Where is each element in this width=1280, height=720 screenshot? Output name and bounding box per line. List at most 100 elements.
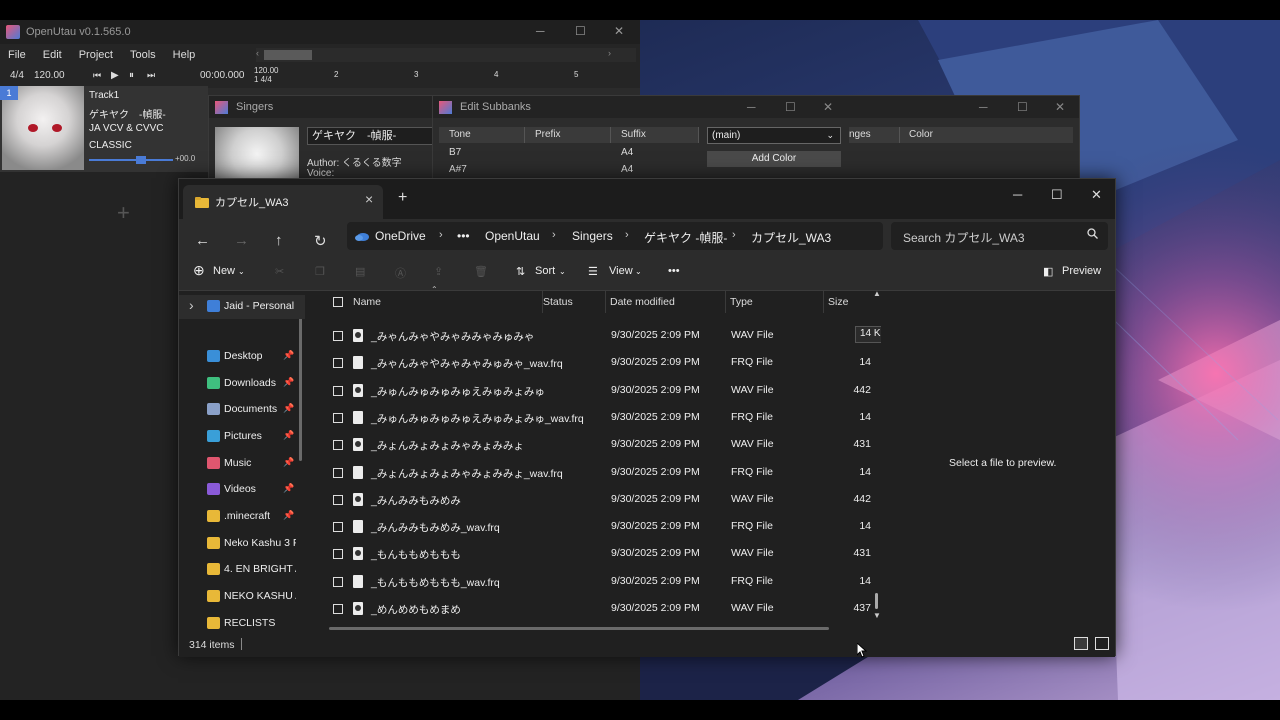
maximize-icon[interactable]: ☐: [785, 100, 796, 114]
row-checkbox[interactable]: [333, 467, 343, 478]
nav-item[interactable]: NEKO KASHU AI: [179, 585, 305, 609]
scroll-down-icon[interactable]: ▼: [873, 611, 881, 620]
column-status[interactable]: Status: [539, 291, 606, 313]
maximize-icon[interactable]: ☐: [575, 24, 586, 38]
scroll-up-icon[interactable]: ▲: [873, 289, 881, 298]
volume-slider[interactable]: [89, 159, 173, 161]
singer-select[interactable]: ゲキヤク -幀服-: [307, 127, 437, 145]
close-icon[interactable]: ✕: [1055, 100, 1065, 114]
nav-item[interactable]: .minecraft 📌: [179, 505, 305, 529]
nav-item[interactable]: Downloads 📌: [179, 372, 305, 396]
nav-item[interactable]: Neko Kashu 3 Pi: [179, 532, 305, 556]
new-button[interactable]: New: [213, 265, 235, 277]
scroll-thumb[interactable]: [875, 593, 878, 609]
track-name[interactable]: Track1: [89, 90, 119, 101]
new-icon[interactable]: ⊕: [193, 262, 205, 279]
nav-item[interactable]: 4. EN BRIGHT AI: [179, 558, 305, 582]
file-row[interactable]: _みんみみもみめみ 9/30/2025 2:09 PM WAV File 442: [319, 487, 879, 514]
menu-tools[interactable]: Tools: [130, 49, 156, 61]
file-row[interactable]: _みょんみょみょみゃみょみみょ_wav.frq 9/30/2025 2:09 PM…: [319, 460, 879, 487]
file-row[interactable]: _みゃんみゃやみゃみゃみゅみゃ_wav.frq 9/30/2025 2:09 PM…: [319, 350, 879, 377]
menu-edit[interactable]: Edit: [43, 49, 62, 61]
paste-icon[interactable]: ▤: [355, 265, 365, 278]
row-checkbox[interactable]: [333, 604, 343, 614]
forward-icon[interactable]: →: [234, 232, 249, 249]
tiles-view-icon[interactable]: [1095, 637, 1109, 650]
view-button[interactable]: View: [609, 265, 633, 277]
view-icon[interactable]: ☰: [588, 265, 598, 278]
breadcrumb-more[interactable]: •••: [457, 229, 470, 243]
file-row[interactable]: _もんももめももも 9/30/2025 2:09 PM WAV File 431: [319, 541, 879, 568]
breadcrumb-singers[interactable]: Singers: [572, 229, 613, 243]
file-row[interactable]: _みゅんみゅみゅみゅえみゅみょみゅ 9/30/2025 2:09 PM WAV Fi…: [319, 378, 879, 405]
maximize-icon[interactable]: ☐: [1017, 100, 1028, 114]
column-ranges[interactable]: nges: [849, 129, 871, 140]
see-more-button[interactable]: •••: [668, 265, 680, 277]
close-icon[interactable]: ✕: [823, 100, 833, 114]
breadcrumb-singer[interactable]: ゲキヤク -幀服-: [644, 229, 727, 246]
file-row[interactable]: _もんももめももも_wav.frq 9/30/2025 2:09 PM FRQ Fi…: [319, 569, 879, 596]
menu-file[interactable]: File: [8, 49, 26, 61]
minimize-icon[interactable]: ─: [1013, 187, 1022, 202]
color-select[interactable]: (main) ⌄: [707, 127, 841, 144]
file-row[interactable]: _みゅんみゅみゅみゅえみゅみょみゅ_wav.frq 9/30/2025 2:09 …: [319, 405, 879, 432]
pause-icon[interactable]: ⏸: [129, 70, 134, 81]
cut-icon[interactable]: ✂: [275, 265, 284, 278]
play-icon[interactable]: ▶: [111, 70, 119, 81]
rename-icon[interactable]: Ⓐ: [395, 265, 406, 281]
time-signature[interactable]: 4/4: [10, 70, 24, 81]
search-icon[interactable]: [1087, 228, 1098, 239]
horizontal-scrollbar[interactable]: [329, 627, 829, 630]
scroll-right-icon[interactable]: ›: [608, 48, 611, 58]
maximize-icon[interactable]: ☐: [1051, 187, 1063, 203]
column-type[interactable]: Type: [726, 291, 824, 313]
share-icon[interactable]: ⇪: [434, 265, 443, 278]
tone-cell[interactable]: B7: [449, 147, 461, 158]
nav-item[interactable]: Pictures 📌: [179, 425, 305, 449]
breadcrumb-openutau[interactable]: OpenUtau: [485, 229, 540, 243]
back-icon[interactable]: ←: [195, 232, 210, 249]
nav-item[interactable]: › Jaid - Personal: [179, 295, 305, 319]
row-checkbox[interactable]: [333, 331, 343, 341]
column-prefix[interactable]: Prefix: [525, 127, 611, 143]
row-checkbox[interactable]: [333, 440, 343, 451]
column-name[interactable]: Name: [349, 291, 543, 313]
scroll-left-icon[interactable]: ‹: [256, 48, 259, 58]
column-date-modified[interactable]: Date modified: [606, 291, 726, 313]
minimize-icon[interactable]: ─: [536, 24, 545, 38]
suffix-cell[interactable]: A4: [621, 164, 633, 175]
breadcrumb-onedrive[interactable]: OneDrive: [375, 229, 426, 243]
track-renderer[interactable]: CLASSIC: [89, 140, 132, 151]
details-view-icon[interactable]: [1074, 637, 1088, 650]
row-checkbox[interactable]: [333, 522, 343, 533]
add-track-icon[interactable]: +: [117, 200, 130, 226]
nav-item[interactable]: Music 📌: [179, 452, 305, 476]
explorer-tab[interactable]: カプセル_WA3 ×: [183, 185, 383, 219]
row-checkbox[interactable]: [333, 358, 343, 369]
row-checkbox[interactable]: [333, 494, 343, 505]
column-tone[interactable]: Tone: [439, 127, 525, 143]
row-checkbox[interactable]: [333, 412, 343, 423]
nav-item[interactable]: Videos 📌: [179, 478, 305, 502]
forward-icon[interactable]: ⏭: [147, 70, 155, 81]
breadcrumb-current[interactable]: カプセル_WA3: [751, 229, 831, 246]
preview-button[interactable]: Preview: [1062, 265, 1101, 277]
nav-item[interactable]: Desktop 📌: [179, 345, 305, 369]
bpm[interactable]: 120.00: [34, 70, 65, 81]
nav-item[interactable]: Documents 📌: [179, 398, 305, 422]
file-row[interactable]: _めんめめもめまめ 9/30/2025 2:09 PM WAV File 437: [319, 596, 879, 623]
minimize-icon[interactable]: ─: [979, 100, 988, 114]
minimize-icon[interactable]: ─: [747, 100, 756, 114]
track-singer[interactable]: ゲキヤク -幀服-: [89, 106, 166, 121]
add-color-button[interactable]: Add Color: [707, 151, 841, 167]
refresh-icon[interactable]: ↻: [314, 232, 327, 250]
sort-button[interactable]: Sort: [535, 265, 555, 277]
row-checkbox[interactable]: [333, 549, 343, 560]
new-tab-icon[interactable]: +: [398, 189, 407, 207]
address-bar[interactable]: OneDrive › ••• OpenUtau › Singers › ゲキヤク…: [347, 222, 883, 250]
search-box[interactable]: Search カプセル_WA3: [891, 222, 1108, 250]
menu-help[interactable]: Help: [173, 49, 196, 61]
volume-thumb[interactable]: [136, 156, 146, 164]
row-checkbox[interactable]: [333, 576, 343, 587]
column-size[interactable]: Size: [824, 291, 872, 313]
